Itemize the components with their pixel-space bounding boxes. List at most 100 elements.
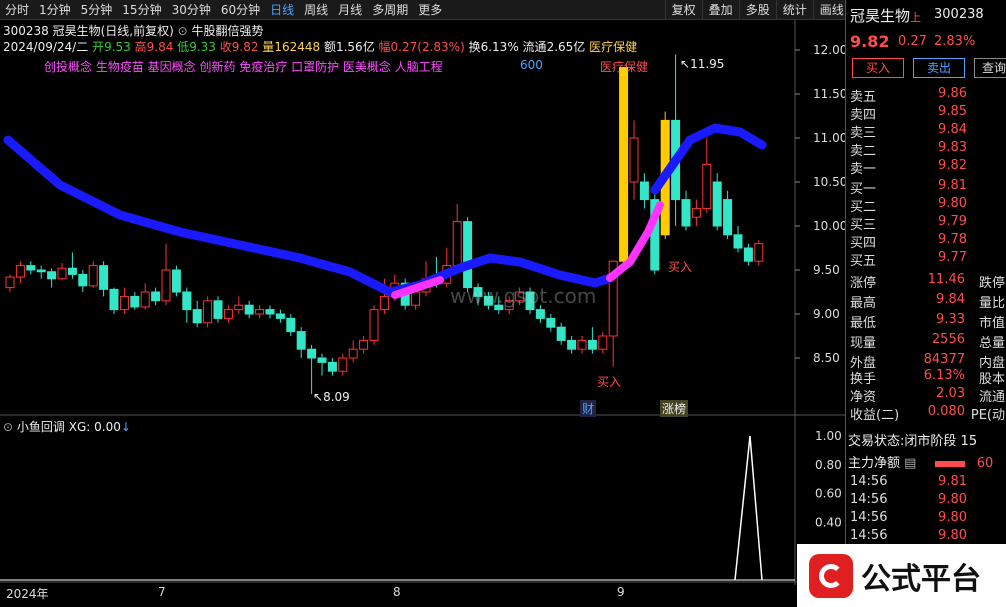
candle-body: [47, 271, 57, 280]
candle-body: [57, 267, 67, 280]
candle-body: [130, 295, 140, 308]
price-tick: 11.50: [813, 87, 845, 101]
candle-body: [223, 309, 233, 319]
candle-body: [629, 137, 639, 183]
candle-body: [411, 291, 421, 306]
candle-body: [359, 339, 369, 350]
sub-indicator-toggle-icon[interactable]: ⊙: [3, 420, 13, 434]
candle-body: [712, 181, 722, 227]
candle-body: [88, 265, 98, 287]
time-tick: 8: [393, 585, 401, 599]
ask-row: 卖五 9.86: [850, 86, 967, 105]
stat2-row: 净资 2.03 流通: [850, 386, 1005, 405]
low-annotation: ↖8.09: [313, 390, 350, 404]
candle-body: [275, 313, 285, 319]
candle-body: [213, 300, 223, 319]
candle-body: [255, 309, 265, 315]
candle-body: [681, 199, 691, 227]
candle-body: [639, 181, 649, 201]
candle-body: [78, 273, 88, 287]
candle-body: [338, 357, 348, 372]
candle-body: [182, 291, 192, 311]
candle-body: [109, 288, 119, 311]
candle-body: [99, 265, 109, 290]
price-tick: 10.00: [813, 219, 845, 233]
sub-indicator-name[interactable]: 小鱼回调: [17, 420, 65, 434]
moving-average-line: [3, 123, 767, 297]
candlestick-chart[interactable]: 12.00 11.50 11.00 10.50 10.00 9.50 9.00 8.50 1.…: [0, 0, 845, 585]
time-tick: 7: [158, 585, 166, 599]
price-axis: 12.00 11.50 11.00 10.50 10.00 9.50 9.00 8.50: [795, 43, 845, 365]
candle-body: [26, 265, 36, 271]
candle-body: [119, 295, 129, 311]
side-change-pct: 2.83%: [934, 34, 976, 49]
board-mark: 上: [910, 11, 922, 24]
candle-body: [265, 309, 275, 315]
stat2-row: 收益(二) 0.080 PE(动: [850, 404, 1005, 423]
limit-up-marker[interactable]: 涨榜: [660, 400, 689, 417]
query-button[interactable]: 查询: [974, 58, 1006, 78]
buy-signal-1: 买入: [668, 260, 693, 274]
xg-label: XG:: [68, 420, 91, 434]
candle-body: [556, 326, 566, 341]
quote-panel: 冠昊生物上 300238 9.82 0.27 2.83% 买入 卖出 查询 卖五…: [845, 0, 1006, 607]
sub-axis-tick: 0.40: [815, 515, 842, 529]
main-flow: 主力净额 ▤ 60: [848, 456, 994, 471]
candle-body: [723, 199, 733, 236]
watermark: www.gspt.com: [450, 284, 597, 308]
candle-body: [369, 309, 379, 341]
finance-marker[interactable]: 财: [580, 400, 597, 417]
candle-body: [234, 304, 244, 311]
side-price: 9.82: [850, 32, 890, 51]
price-tick: 8.50: [813, 351, 840, 365]
candle-body: [15, 265, 25, 278]
sub-axis-tick: 0.60: [815, 487, 842, 501]
candle-body: [317, 357, 327, 363]
price-tick: 9.50: [813, 263, 840, 277]
tick-row: 14:56 9.80: [850, 510, 967, 525]
candle-body: [577, 339, 587, 350]
candle-body: [463, 221, 473, 289]
candle-body: [151, 291, 161, 302]
candle-body: [587, 339, 597, 350]
ask-row: 卖二 9.83: [850, 140, 967, 159]
xg-signal-line: [734, 435, 763, 581]
tick-row: 14:56 9.81: [850, 474, 967, 489]
candle-body: [379, 295, 389, 311]
tick-row: 14:56 9.80: [850, 492, 967, 507]
price-tick: 12.00: [813, 43, 845, 57]
candle-body: [546, 317, 556, 328]
buy-signal-2: 买入: [597, 375, 622, 389]
bid-row: 买五 9.77: [850, 250, 967, 269]
candle-body: [743, 247, 753, 262]
ask-row: 卖三 9.84: [850, 122, 967, 141]
ask-row: 卖四 9.85: [850, 104, 967, 123]
candle-body: [286, 317, 296, 333]
candle-body: [140, 291, 150, 308]
bid-row: 买三 9.79: [850, 214, 967, 233]
sub-panel-axis: 1.000.800.600.400.20: [815, 429, 842, 558]
trade-state: 交易状态:闭市阶段 15: [848, 434, 978, 449]
stat2-row: 换手 6.13% 股本: [850, 368, 1005, 387]
stat-row: 现量 2556 总量: [850, 332, 1005, 351]
time-tick: 2024年: [6, 587, 49, 601]
buy-button[interactable]: 买入: [852, 58, 904, 78]
price-tick: 9.00: [813, 307, 840, 321]
candle-body: [598, 335, 608, 350]
candle-body: [754, 243, 764, 262]
high-annotation: ↖11.95: [680, 57, 725, 71]
candle-body: [244, 304, 254, 315]
candle-body: [296, 331, 306, 350]
side-change: 0.27: [898, 34, 927, 49]
bid-row: 买一 9.81: [850, 178, 967, 197]
logo-text: 公式平台: [861, 561, 981, 597]
time-tick: 9: [617, 585, 625, 599]
stat-row: 最高 9.84 量比: [850, 292, 1005, 311]
candle-body: [567, 339, 577, 350]
xg-value: 0.00: [94, 420, 121, 434]
price-tick: 11.00: [813, 131, 845, 145]
candle-body: [733, 234, 743, 249]
candle-body: [619, 67, 629, 262]
sell-button[interactable]: 卖出: [913, 58, 965, 78]
grid-icon[interactable]: ▤: [904, 456, 916, 471]
